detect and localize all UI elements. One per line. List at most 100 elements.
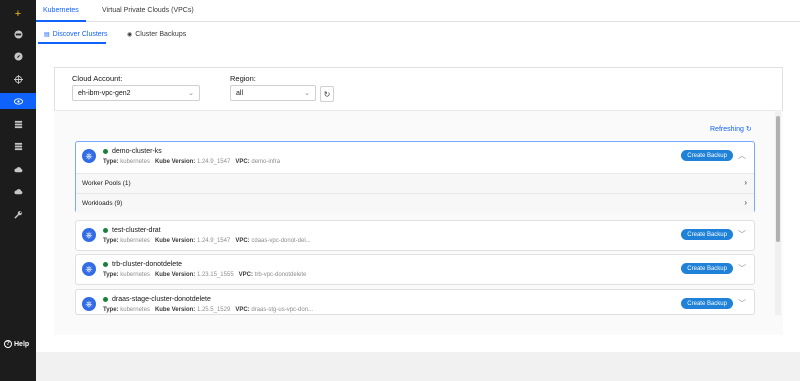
- kube-label: Kube Version:: [154, 159, 196, 165]
- list-icon[interactable]: [0, 116, 36, 132]
- worker-pools-label: Worker Pools (1): [82, 180, 131, 187]
- tab-kubernetes[interactable]: Kubernetes: [43, 7, 79, 14]
- vpc-value: draas-stg-us-vpc-don...: [251, 307, 314, 313]
- vpc-label: VPC:: [235, 307, 250, 313]
- kube-value: 1.23.15_1555: [196, 272, 234, 278]
- cloud-icon[interactable]: [0, 161, 36, 177]
- refreshing-label: Refreshing: [710, 126, 744, 133]
- cluster-card: ⎈ trb-cluster-donotdelete Type: kubernet…: [75, 254, 755, 285]
- backup-icon: ◉: [127, 32, 133, 38]
- help-link[interactable]: ? Help: [4, 340, 29, 348]
- sidebar: + ? Help: [0, 0, 36, 381]
- chevron-down-icon: ⌄: [188, 90, 194, 97]
- tab-vpcs[interactable]: Virtual Private Clouds (VPCs): [102, 7, 194, 14]
- type-value: kubernetes: [120, 272, 150, 278]
- compass-icon[interactable]: [0, 48, 36, 64]
- footer-band: [36, 352, 800, 381]
- cluster-name-text: test-cluster-drat: [112, 227, 161, 234]
- type-label: Type:: [103, 307, 119, 313]
- cluster-name: test-cluster-drat: [103, 227, 161, 234]
- cluster-header[interactable]: ⎈ test-cluster-drat Type: kubernetes Kub…: [76, 221, 754, 252]
- help-icon: ?: [4, 340, 12, 348]
- eye-icon[interactable]: [0, 93, 36, 109]
- list-icon[interactable]: [0, 138, 36, 154]
- cluster-name-text: demo-cluster-ks: [112, 148, 162, 155]
- tab-cluster-backups[interactable]: ◉ Cluster Backups: [127, 31, 186, 38]
- chevron-right-icon: ›: [744, 198, 747, 207]
- kubernetes-icon: ⎈: [82, 262, 96, 276]
- type-value: kubernetes: [120, 159, 150, 165]
- status-dot: [103, 228, 108, 233]
- chevron-down-icon[interactable]: ﹀: [738, 229, 746, 240]
- chevron-right-icon: ›: [744, 178, 747, 187]
- crosshair-icon[interactable]: [0, 71, 36, 87]
- kube-value: 1.24.9_1547: [196, 159, 231, 165]
- vpc-label: VPC:: [235, 159, 250, 165]
- cluster-card: ⎈ draas-stage-cluster-donotdelete Type: …: [75, 289, 755, 315]
- cluster-name: demo-cluster-ks: [103, 148, 162, 155]
- chevron-up-icon[interactable]: ︿: [738, 150, 746, 161]
- cluster-header[interactable]: ⎈ demo-cluster-ks Type: kubernetes Kube …: [76, 142, 754, 173]
- cloud-icon[interactable]: [0, 183, 36, 199]
- vpc-label: VPC:: [238, 272, 254, 278]
- kube-value: 1.24.9_1547: [196, 238, 231, 244]
- kube-label: Kube Version:: [154, 272, 196, 278]
- cluster-card: ⎈ demo-cluster-ks Type: kubernetes Kube …: [75, 141, 755, 213]
- vpc-value: demo-infra: [251, 159, 281, 165]
- cluster-meta: Type: kubernetes Kube Version: 1.24.9_15…: [103, 159, 280, 165]
- cluster-meta: Type: kubernetes Kube Version: 1.23.15_1…: [103, 272, 306, 278]
- scrollbar-thumb[interactable]: [776, 116, 780, 242]
- chevron-down-icon[interactable]: ﹀: [738, 263, 746, 274]
- status-dot: [103, 149, 108, 154]
- region-select[interactable]: all ⌄: [230, 85, 316, 101]
- cluster-name-text: draas-stage-cluster-donotdelete: [112, 296, 211, 303]
- create-backup-button[interactable]: Create Backup: [681, 229, 733, 240]
- region-value: all: [236, 90, 244, 97]
- cluster-meta: Type: kubernetes Kube Version: 1.25.5_15…: [103, 307, 313, 313]
- create-backup-button[interactable]: Create Backup: [681, 298, 733, 309]
- tab-discover-clusters[interactable]: ▤ Discover Clusters: [44, 31, 108, 38]
- cloud-account-value: eh-ibm-vpc-gen2: [78, 90, 131, 97]
- type-value: kubernetes: [120, 307, 150, 313]
- kube-label: Kube Version:: [154, 307, 196, 313]
- type-label: Type:: [103, 238, 119, 244]
- type-label: Type:: [103, 272, 119, 278]
- kubernetes-icon: ⎈: [82, 149, 96, 163]
- cluster-header[interactable]: ⎈ draas-stage-cluster-donotdelete Type: …: [76, 290, 754, 314]
- workloads-label: Workloads (9): [82, 200, 123, 207]
- cloud-account-select[interactable]: eh-ibm-vpc-gen2 ⌄: [72, 85, 200, 101]
- cluster-name: trb-cluster-donotdelete: [103, 261, 182, 268]
- kube-label: Kube Version:: [154, 238, 196, 244]
- cluster-name-text: trb-cluster-donotdelete: [112, 261, 183, 268]
- chevron-down-icon[interactable]: ﹀: [738, 298, 746, 309]
- kube-value: 1.25.5_1529: [196, 307, 231, 313]
- refreshing-indicator: Refreshing ↻: [710, 125, 752, 133]
- refresh-button[interactable]: ↻: [320, 86, 334, 102]
- worker-pools-row[interactable]: Worker Pools (1) ›: [76, 173, 754, 193]
- tab-backups-label: Cluster Backups: [135, 31, 187, 38]
- create-backup-button[interactable]: Create Backup: [681, 263, 733, 274]
- refresh-icon: ↻: [745, 126, 752, 133]
- plus-icon[interactable]: +: [0, 6, 36, 22]
- dashboard-icon[interactable]: [0, 26, 36, 42]
- type-value: kubernetes: [120, 238, 150, 244]
- refresh-icon: ↻: [323, 89, 331, 99]
- wrench-icon[interactable]: [0, 206, 36, 222]
- tab-discover-label: Discover Clusters: [52, 31, 108, 38]
- vpc-value: cdaas-vpc-donot-del...: [251, 238, 311, 244]
- chevron-down-icon: ⌄: [304, 90, 310, 97]
- status-dot: [103, 297, 108, 302]
- workloads-row[interactable]: Workloads (9) ›: [76, 193, 754, 213]
- vpc-label: VPC:: [235, 238, 250, 244]
- cluster-card: ⎈ test-cluster-drat Type: kubernetes Kub…: [75, 220, 755, 251]
- cluster-header[interactable]: ⎈ trb-cluster-donotdelete Type: kubernet…: [76, 255, 754, 286]
- cluster-meta: Type: kubernetes Kube Version: 1.24.9_15…: [103, 238, 311, 244]
- kubernetes-icon: ⎈: [82, 297, 96, 311]
- vpc-value: trb-vpc-donotdelete: [254, 272, 307, 278]
- create-backup-button[interactable]: Create Backup: [681, 150, 733, 161]
- help-label: Help: [14, 340, 30, 348]
- cloud-account-label: Cloud Account:: [72, 74, 123, 83]
- kubernetes-icon: ⎈: [82, 228, 96, 242]
- discover-icon: ▤: [44, 32, 50, 38]
- region-label: Region:: [230, 74, 256, 83]
